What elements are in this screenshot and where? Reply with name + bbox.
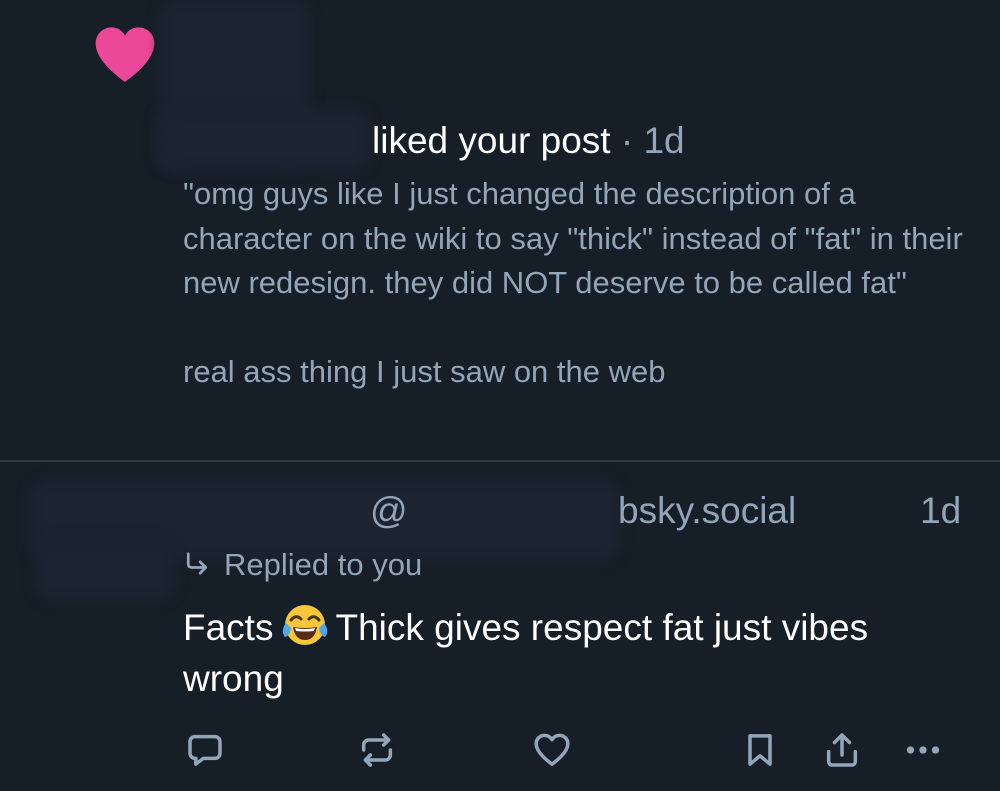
like-button[interactable] <box>530 728 574 772</box>
more-icon <box>906 746 940 754</box>
replied-to-label: Replied to you <box>224 547 423 582</box>
share-button[interactable] <box>820 728 864 772</box>
bookmark-button[interactable] <box>738 728 782 772</box>
reply-timestamp[interactable]: 1d <box>920 488 961 534</box>
separator-dot: · <box>620 120 634 161</box>
notification-action-text: liked your post <box>372 120 611 161</box>
comment-icon <box>188 734 222 766</box>
redacted-username <box>155 110 370 170</box>
reply-arrow-icon <box>186 552 208 575</box>
reply-post-text[interactable]: Facts Thick gives respect fat just vibes… <box>183 600 963 704</box>
share-icon <box>826 733 858 767</box>
heart-outline-icon <box>534 733 570 766</box>
heart-icon <box>93 24 157 84</box>
replied-to-indicator: Replied to you <box>182 546 422 584</box>
notification-header: liked your post · 1d <box>372 118 685 164</box>
author-handle-domain[interactable]: bsky.social <box>618 488 796 534</box>
redacted-reply-avatar <box>35 540 175 600</box>
liked-post-text[interactable]: "omg guys like I just changed the descri… <box>183 172 963 395</box>
face-with-tears-of-joy-icon <box>283 605 328 645</box>
reply-button[interactable] <box>183 728 227 772</box>
repost-button[interactable] <box>355 728 399 772</box>
notification-time: 1d <box>643 120 685 161</box>
repost-icon <box>361 733 393 767</box>
bookmark-icon <box>748 734 772 766</box>
more-options-button[interactable] <box>900 728 946 772</box>
reply-text-part-1: Facts <box>183 607 274 648</box>
handle-at-sign[interactable]: @ <box>370 488 408 534</box>
divider <box>0 460 1000 462</box>
